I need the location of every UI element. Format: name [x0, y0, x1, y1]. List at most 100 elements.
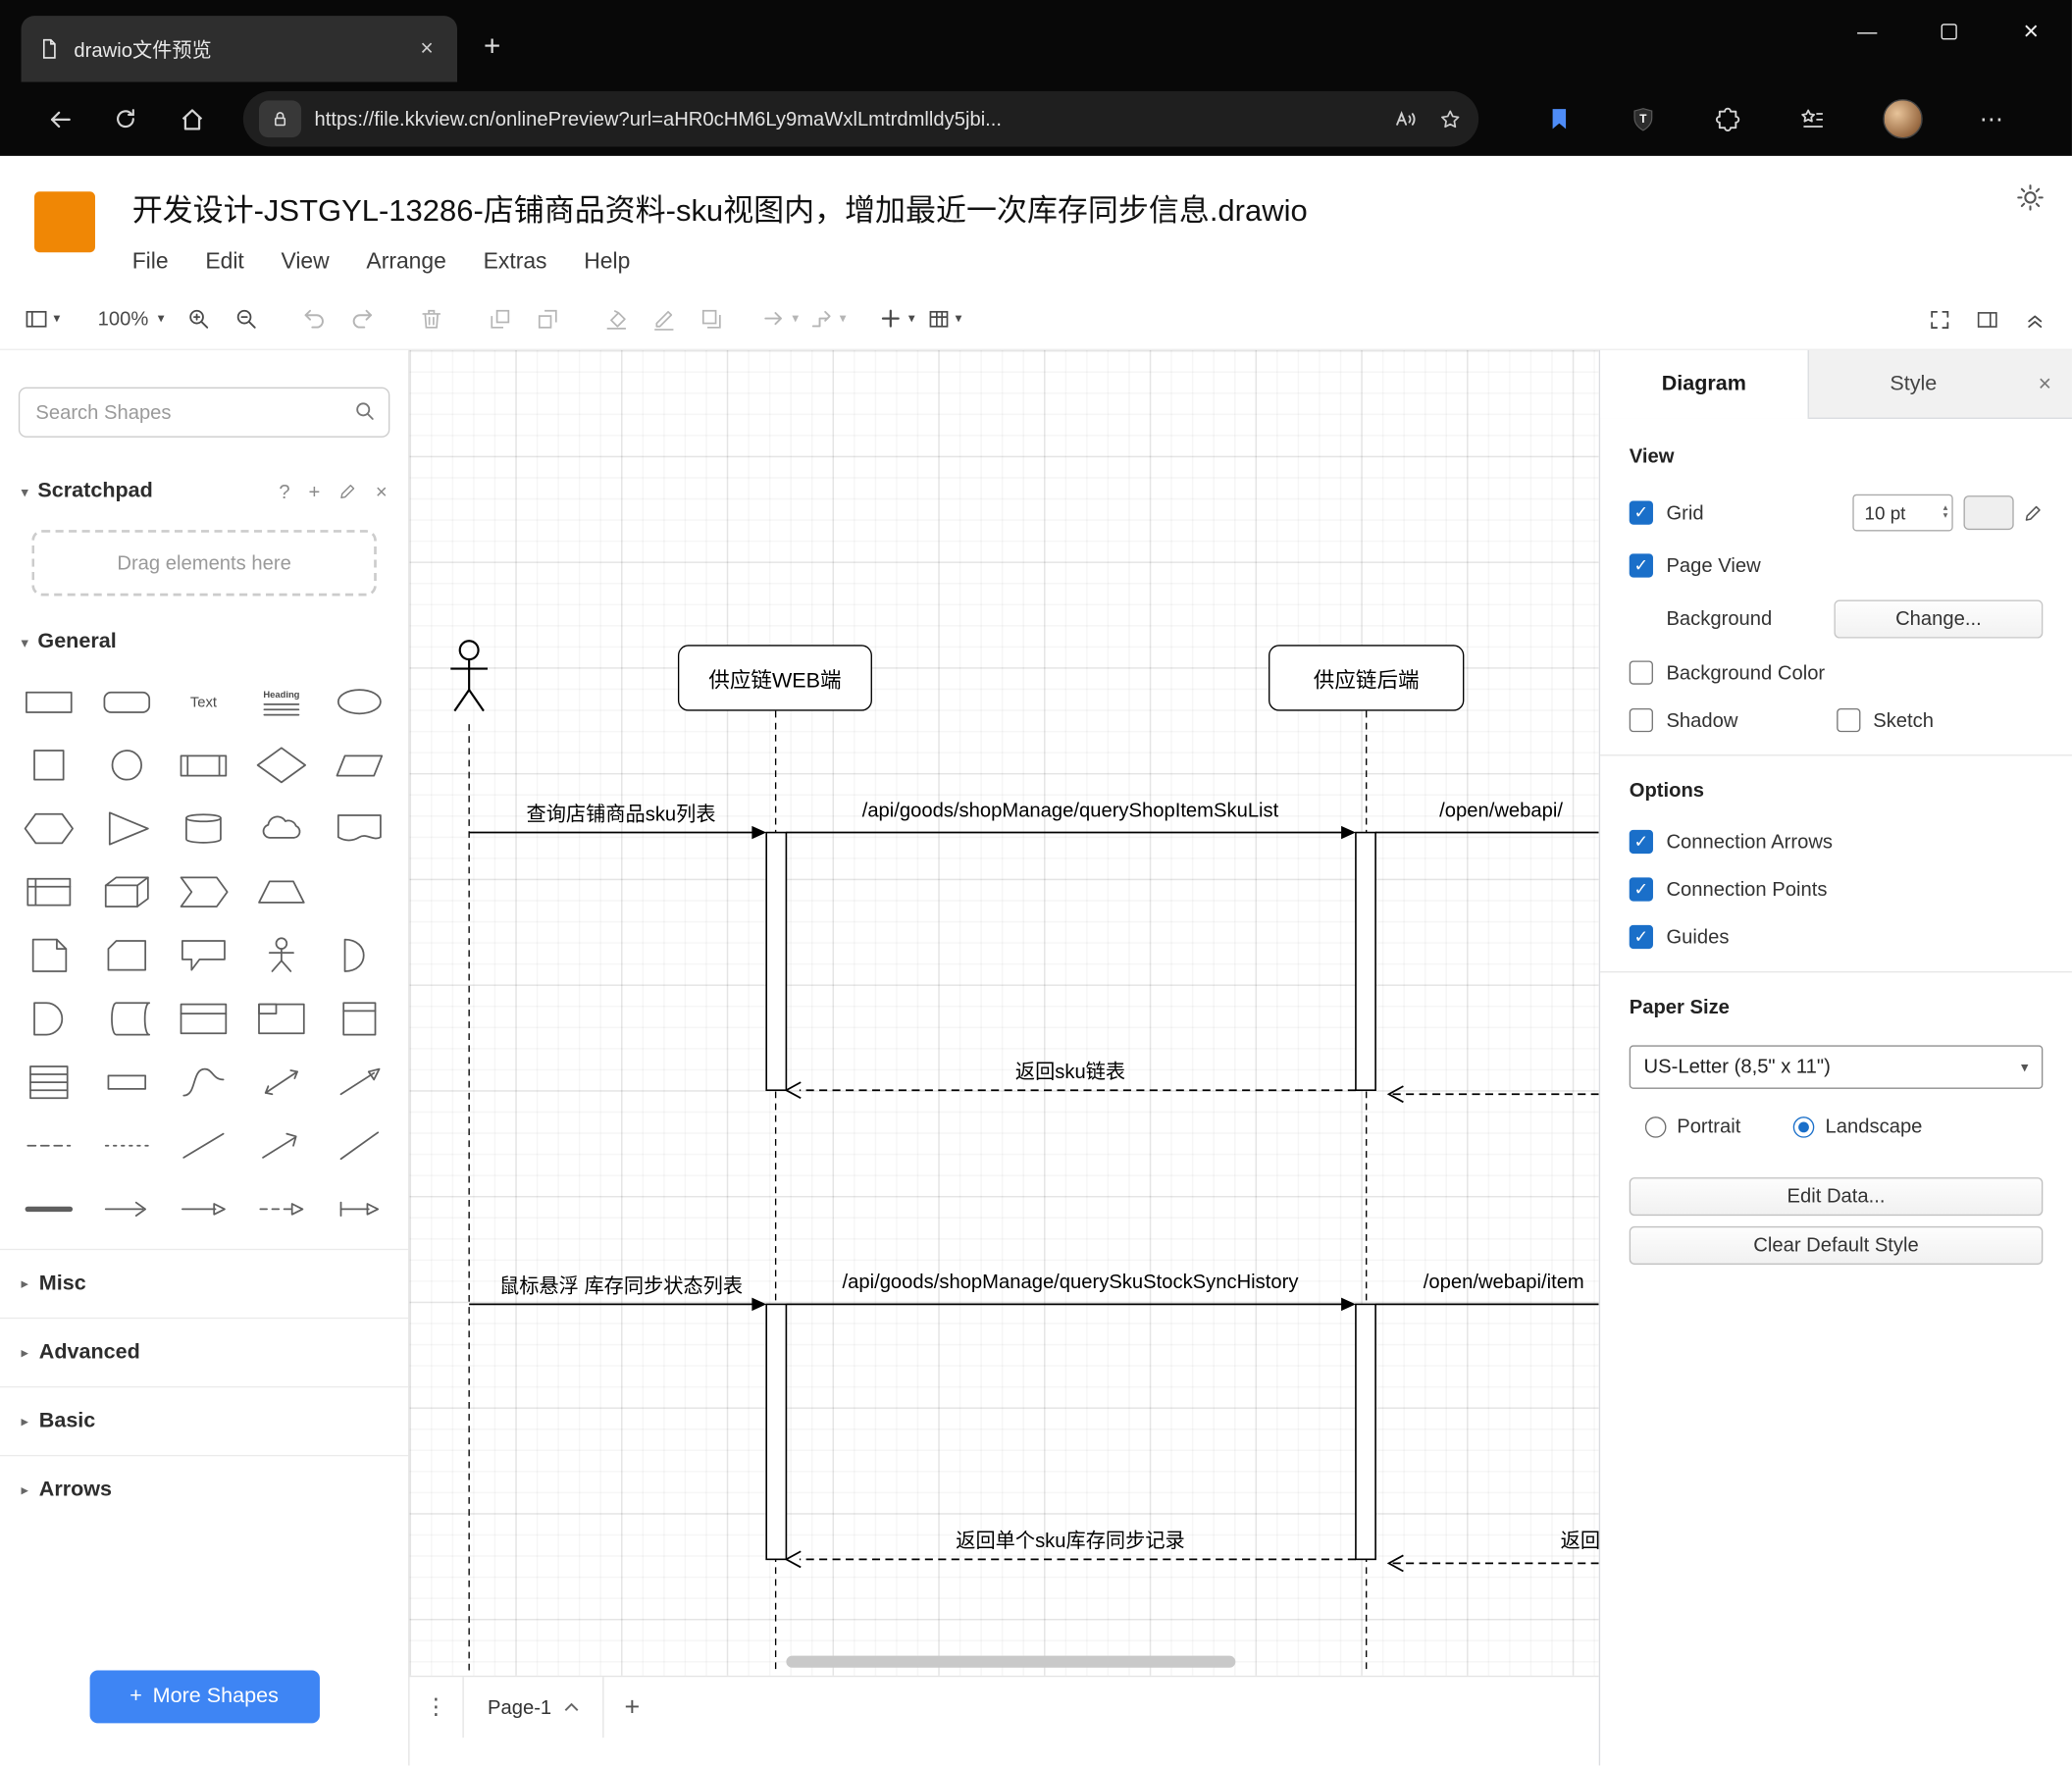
menu-help[interactable]: Help	[584, 248, 630, 275]
shape-tape[interactable]	[320, 860, 397, 924]
tampermonkey-shield-icon[interactable]: T	[1630, 105, 1657, 132]
favorites-hub-icon[interactable]	[1798, 105, 1826, 132]
shape-diagonal-line[interactable]	[320, 1114, 397, 1177]
shape-arrow[interactable]	[320, 1051, 397, 1115]
fullscreen-button[interactable]	[1916, 296, 1963, 341]
actor-figure[interactable]	[450, 640, 489, 712]
pages-menu-icon[interactable]: ⋮	[410, 1677, 463, 1738]
message-label[interactable]: /open/webapi/item	[1424, 1272, 1584, 1294]
shape-rounded-rectangle[interactable]	[88, 670, 166, 734]
theme-toggle-sun-icon[interactable]	[2015, 182, 2046, 213]
tab-close-icon[interactable]: ×	[412, 33, 441, 65]
scratchpad-header[interactable]: ▾ Scratchpad ? + ×	[22, 480, 388, 503]
edit-color-icon[interactable]	[2023, 502, 2043, 522]
shape-process[interactable]	[166, 734, 243, 798]
shape-trapezoid[interactable]	[243, 860, 321, 924]
read-aloud-icon[interactable]	[1393, 106, 1420, 132]
extensions-puzzle-icon[interactable]	[1714, 105, 1741, 132]
background-color-checkbox[interactable]	[1629, 660, 1653, 685]
home-button[interactable]	[159, 92, 225, 145]
to-back-button[interactable]	[524, 296, 571, 341]
search-shapes-input[interactable]	[18, 387, 390, 438]
paper-size-select[interactable]: US-Letter (8,5" x 11") ▾	[1629, 1045, 2044, 1089]
line-color-button[interactable]	[640, 296, 687, 341]
window-maximize-button[interactable]	[1908, 0, 1991, 64]
message-label[interactable]: /api/goods/shopManage/querySkuStockSyncH…	[843, 1272, 1299, 1294]
message-label[interactable]: 返回单个sku库存同步记录	[956, 1527, 1184, 1554]
undo-button[interactable]	[291, 296, 338, 341]
menu-extras[interactable]: Extras	[484, 248, 547, 275]
lifeline-header-backend[interactable]: 供应链后端	[1269, 645, 1465, 711]
shape-dashed-line[interactable]	[11, 1114, 88, 1177]
shape-directional-connector[interactable]	[166, 1177, 243, 1241]
shape-diagonal-arrow[interactable]	[243, 1114, 321, 1177]
scratchpad-help-icon[interactable]: ?	[279, 481, 289, 503]
grid-color-swatch[interactable]	[1963, 495, 2014, 531]
table-button[interactable]: ▾	[920, 296, 967, 341]
shape-line[interactable]	[166, 1114, 243, 1177]
shape-curve[interactable]	[166, 1051, 243, 1115]
add-page-button[interactable]: +	[604, 1677, 660, 1738]
shape-container-title[interactable]	[243, 987, 321, 1051]
redo-button[interactable]	[338, 296, 386, 341]
shape-note[interactable]	[11, 923, 88, 987]
sidebar-section-misc[interactable]: ▸ Misc	[0, 1248, 409, 1318]
shape-step[interactable]	[166, 860, 243, 924]
shape-cylinder[interactable]	[166, 797, 243, 860]
blue-bookmark-extension-icon[interactable]	[1546, 106, 1573, 132]
browser-menu-icon[interactable]: ⋯	[1980, 105, 2005, 132]
refresh-button[interactable]	[92, 92, 158, 145]
shape-actor[interactable]	[243, 923, 321, 987]
shape-ellipse[interactable]	[320, 670, 397, 734]
more-shapes-button[interactable]: + More Shapes	[88, 1670, 320, 1724]
sidebar-section-advanced[interactable]: ▸ Advanced	[0, 1317, 409, 1386]
scratchpad-add-icon[interactable]: +	[308, 481, 320, 503]
shape-dotted-line[interactable]	[88, 1114, 166, 1177]
landscape-option[interactable]: Landscape	[1793, 1116, 1922, 1138]
shape-list[interactable]	[11, 1051, 88, 1115]
edit-data-button[interactable]: Edit Data...	[1629, 1177, 2044, 1217]
shape-triangle[interactable]	[88, 797, 166, 860]
clear-default-style-button[interactable]: Clear Default Style	[1629, 1225, 2044, 1265]
browser-tab[interactable]: drawio文件预览 ×	[21, 16, 458, 82]
shape-callout[interactable]	[166, 923, 243, 987]
shape-and[interactable]	[11, 987, 88, 1051]
shape-parallelogram[interactable]	[320, 734, 397, 798]
window-minimize-button[interactable]: —	[1826, 0, 1908, 64]
tab-style[interactable]: Style	[1809, 350, 2018, 418]
message-label[interactable]: 返回sku链表	[1015, 1058, 1125, 1085]
to-front-button[interactable]	[476, 296, 523, 341]
collapse-toolbar-button[interactable]	[2011, 296, 2058, 341]
grid-size-input[interactable]: 10 pt ▴ ▾	[1852, 493, 1953, 532]
message-label[interactable]: /open/webapi/	[1439, 800, 1563, 822]
menu-view[interactable]: View	[281, 248, 329, 275]
scratchpad-dropzone[interactable]: Drag elements here	[31, 530, 377, 597]
shape-thick-line[interactable]	[11, 1177, 88, 1241]
tab-diagram[interactable]: Diagram	[1600, 349, 1809, 419]
page-view-select-button[interactable]: ▾	[19, 296, 66, 341]
shape-or[interactable]	[320, 923, 397, 987]
waypoints-button[interactable]: ▾	[803, 296, 851, 341]
connection-points-checkbox[interactable]	[1629, 877, 1653, 902]
portrait-option[interactable]: Portrait	[1644, 1116, 1740, 1138]
shape-heading[interactable]: Heading	[243, 670, 321, 734]
message-label[interactable]: 查询店铺商品sku列表	[527, 800, 716, 827]
sketch-checkbox[interactable]	[1836, 707, 1860, 733]
shape-bidirectional-arrow[interactable]	[243, 1051, 321, 1115]
zoom-in-button[interactable]	[175, 296, 222, 341]
grid-checkbox[interactable]	[1629, 500, 1653, 525]
shape-container[interactable]	[166, 987, 243, 1051]
connection-arrows-checkbox[interactable]	[1629, 829, 1653, 855]
shadow-checkbox[interactable]	[1629, 707, 1653, 733]
scratchpad-edit-icon[interactable]	[338, 483, 357, 501]
back-button[interactable]	[26, 92, 92, 145]
shape-list-item[interactable]	[88, 1051, 166, 1115]
sidebar-section-general[interactable]: ▾ General	[22, 630, 388, 653]
menu-arrange[interactable]: Arrange	[366, 248, 445, 275]
sidebar-section-arrows[interactable]: ▸ Arrows	[0, 1454, 409, 1524]
scratchpad-close-icon[interactable]: ×	[376, 481, 388, 503]
portrait-radio[interactable]	[1644, 1116, 1667, 1138]
profile-avatar[interactable]	[1883, 99, 1923, 139]
insert-button[interactable]: ▾	[873, 296, 920, 341]
shape-dashed-connector[interactable]	[243, 1177, 321, 1241]
